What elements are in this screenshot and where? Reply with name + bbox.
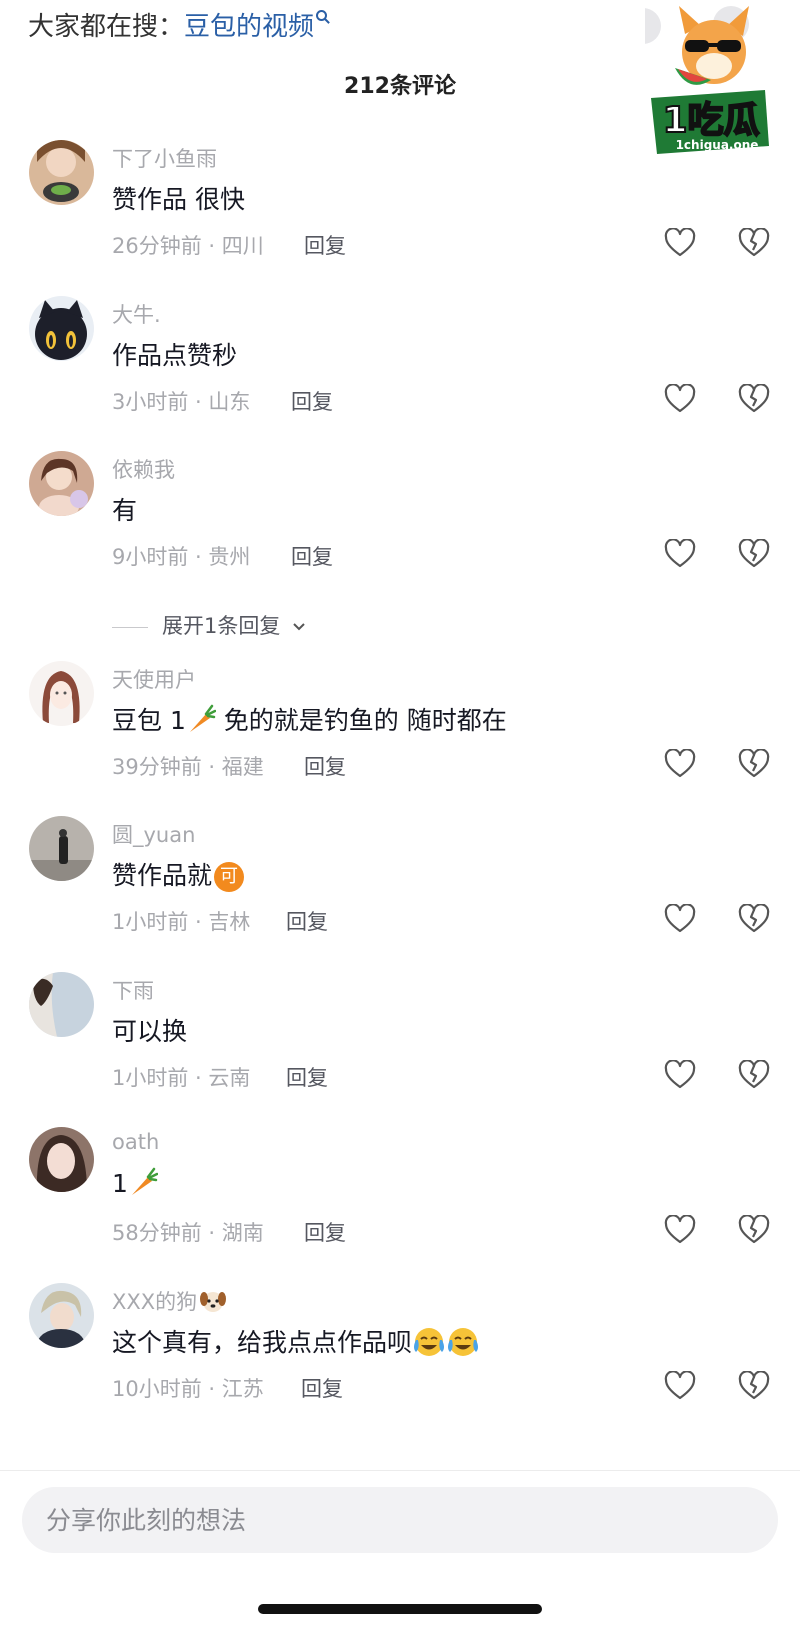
comment-username[interactable]: 依赖我 [112,454,175,484]
comment-text: 赞作品 很快 [112,185,245,214]
badge-emoji: 可 [214,862,245,892]
broken-heart-icon[interactable] [738,1215,770,1245]
heart-icon[interactable] [664,539,696,569]
comment-text-part: 赞作品就 [112,861,213,890]
comment-username[interactable]: oath [112,1130,159,1154]
comment-text: 豆包 1 免的就是钓鱼的 随时都在 [112,701,507,737]
comment-meta: 10小时前 · 江苏 [112,1377,264,1401]
comment-text: 可以换 [112,1017,188,1046]
avatar[interactable] [29,451,94,516]
comment-text: 赞作品就可 [112,856,245,892]
reply-button[interactable]: 回复 [291,541,333,571]
reply-button[interactable]: 回复 [286,906,328,936]
comment-meta: 3小时前 · 山东 [112,390,251,414]
heart-icon[interactable] [664,1371,696,1401]
broken-heart-icon[interactable] [738,749,770,779]
comment-item: oath 1 58分钟前 · 湖南 回复 [0,1127,800,1282]
comment-text-part: 1 [112,1169,128,1198]
avatar[interactable] [29,140,94,205]
comment-count: 212条评论 [344,74,456,99]
heart-icon[interactable] [664,904,696,934]
carrot-emoji [131,1167,159,1195]
comment-text: 有 [112,496,138,525]
search-icon [316,10,328,21]
broken-heart-icon[interactable] [738,1060,770,1090]
comment-meta: 58分钟前 · 湖南 [112,1221,264,1245]
comment-username[interactable]: 大牛. [112,299,161,329]
comment-text-part: 这个真有，给我点点作品呗 [112,1328,413,1357]
comment-username[interactable]: 圆_yuan [112,819,195,849]
comment-meta: 1小时前 · 吉林 [112,910,251,934]
reply-button[interactable]: 回复 [301,1373,343,1403]
carrot-emoji [189,704,217,732]
comment-username-text: XXX的狗 [112,1290,198,1314]
search-suggestion-prefix: 大家都在搜： [28,12,185,42]
broken-heart-icon[interactable] [738,384,770,414]
heart-icon[interactable] [664,1060,696,1090]
avatar[interactable] [29,296,94,361]
avatar[interactable] [29,1127,94,1192]
broken-heart-icon[interactable] [738,904,770,934]
heart-icon[interactable] [664,1215,696,1245]
comment-item: XXX的狗 这个真有，给我点点作品呗 10小时前 · 江苏 回复 [0,1283,800,1438]
avatar[interactable] [29,972,94,1037]
broken-heart-icon[interactable] [738,1371,770,1401]
broken-heart-icon[interactable] [738,228,770,258]
heart-icon[interactable] [664,228,696,258]
avatar[interactable] [29,661,94,726]
comment-username[interactable]: 天使用户 [112,664,196,694]
avatar[interactable] [29,1283,94,1348]
comment-meta: 39分钟前 · 福建 [112,755,264,779]
comment-item: 下雨 可以换 1小时前 · 云南 回复 [0,972,800,1127]
search-suggestion[interactable]: 大家都在搜：豆包的视频 [28,6,328,43]
comment-item: 大牛. 作品点赞秒 3小时前 · 山东 回复 [0,296,800,451]
comment-text-part: 豆包 1 [112,706,186,735]
reply-button[interactable]: 回复 [304,230,346,260]
reply-button[interactable]: 回复 [291,386,333,416]
reply-button[interactable]: 回复 [304,751,346,781]
heart-icon[interactable] [664,749,696,779]
comment-username[interactable]: 下了小鱼雨 [112,143,217,173]
heart-icon[interactable] [664,384,696,414]
chevron-down-icon [293,623,305,631]
comment-item: 下了小鱼雨 赞作品 很快 26分钟前 · 四川 回复 [0,140,800,295]
comment-text-part: 免的就是钓鱼的 随时都在 [215,706,507,735]
comment-text: 1 [112,1167,159,1198]
comment-text: 这个真有，给我点点作品呗 [112,1323,480,1359]
comment-meta: 26分钟前 · 四川 [112,234,264,258]
comment-input-bar[interactable] [22,1487,778,1553]
expand-replies-button[interactable]: 展开1条回复 [112,610,307,640]
crying-laughing-emoji [414,1328,445,1356]
comment-item: 圆_yuan 赞作品就可 1小时前 · 吉林 回复 [0,816,800,971]
avatar[interactable] [29,816,94,881]
broken-heart-icon[interactable] [738,539,770,569]
expand-divider [112,626,148,628]
comment-username[interactable]: 下雨 [112,975,154,1005]
crying-laughing-emoji [448,1328,479,1356]
reply-button[interactable]: 回复 [286,1062,328,1092]
comment-input[interactable] [22,1487,778,1553]
comment-text: 作品点赞秒 [112,341,238,370]
comment-meta: 9小时前 · 贵州 [112,545,251,569]
dog-emoji [200,1292,227,1312]
comment-item: 依赖我 有 9小时前 · 贵州 回复 [0,451,800,606]
comment-meta: 1小时前 · 云南 [112,1066,251,1090]
reply-button[interactable]: 回复 [304,1217,346,1247]
comment-item: 天使用户 豆包 1 免的就是钓鱼的 随时都在 39分钟前 · 福建 回复 [0,661,800,816]
logo-text: 1吃瓜 [662,100,759,141]
input-divider [0,1470,800,1471]
home-indicator[interactable] [258,1604,542,1614]
search-suggestion-keyword[interactable]: 豆包的视频 [184,12,314,42]
comment-username[interactable]: XXX的狗 [112,1286,227,1316]
expand-replies-label: 展开1条回复 [162,614,281,638]
